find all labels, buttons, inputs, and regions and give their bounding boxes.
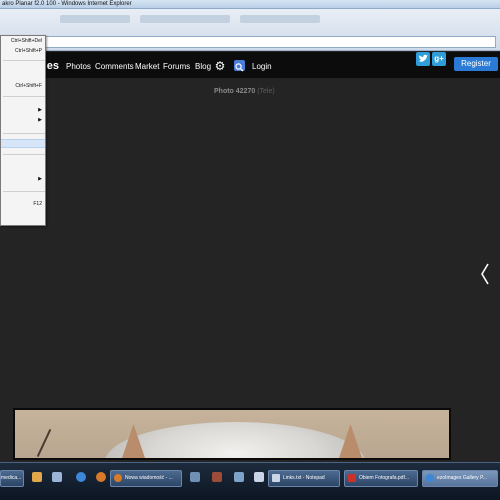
- notepad-icon: [272, 473, 280, 482]
- window-titlebar: akro Planar f2.0 100 - Windows Internet …: [0, 0, 500, 9]
- search-icon[interactable]: [234, 60, 245, 72]
- menu-separator: [3, 96, 45, 97]
- twitter-icon[interactable]: [416, 52, 430, 66]
- pdf-icon: [348, 473, 356, 482]
- gear-icon[interactable]: ⚙: [214, 60, 226, 72]
- nav-forums[interactable]: Forums: [163, 61, 190, 72]
- taskbar-item-email[interactable]: Nowa wiadomość - ...: [110, 470, 182, 487]
- taskbar-item-notepad[interactable]: Links.txt - Notepad: [268, 470, 340, 487]
- menu-separator: [3, 191, 45, 192]
- window-title: akro Planar f2.0 100 - Windows Internet …: [2, 1, 132, 7]
- taskbar-item-gallery[interactable]: ezoImages Gallery P...: [422, 470, 498, 487]
- google-plus-icon[interactable]: g+: [432, 52, 446, 66]
- menu-separator: [3, 60, 45, 61]
- shortcut-label: Ctrl+Shift+Del: [10, 38, 42, 44]
- browser-tab[interactable]: [60, 15, 130, 23]
- main-photo[interactable]: [13, 408, 451, 460]
- firefox-icon: [114, 473, 122, 482]
- menu-item-submenu[interactable]: ▶: [1, 116, 45, 125]
- taskbar-label: Links.txt - Notepad: [283, 475, 325, 481]
- twig-detail: [36, 428, 52, 458]
- quick-launch-icon[interactable]: [254, 472, 264, 482]
- menu-item-inprivate[interactable]: Ctrl+Shift+P: [1, 47, 45, 56]
- taskbar-label: ezoImages Gallery P...: [437, 475, 487, 481]
- photo-label: Photo 42270: [214, 88, 256, 95]
- taskbar-item-medica[interactable]: medica...: [0, 470, 24, 487]
- menu-item-filtering[interactable]: Ctrl+Shift+F: [1, 82, 45, 91]
- nav-comments[interactable]: Comments: [95, 61, 134, 72]
- taskbar-label: Nowa wiadomość - ...: [125, 475, 173, 481]
- quick-launch-icon[interactable]: [52, 472, 62, 482]
- menu-item-devtools[interactable]: F12: [1, 200, 45, 209]
- menu-item-delete-history[interactable]: Ctrl+Shift+Del: [1, 37, 45, 46]
- menu-separator: [3, 133, 45, 134]
- shortcut-label: Ctrl+Shift+F: [15, 83, 42, 89]
- menu-item-submenu[interactable]: ▶: [1, 175, 45, 184]
- shortcut-label: Ctrl+Shift+P: [15, 48, 42, 54]
- quick-launch-icon[interactable]: [212, 472, 222, 482]
- browser-tab[interactable]: [240, 15, 320, 23]
- menu-item-highlighted[interactable]: [1, 139, 45, 148]
- photo-category[interactable]: (Tele): [257, 88, 275, 95]
- chevron-right-icon: ▶: [38, 176, 42, 182]
- quick-launch-icon[interactable]: [234, 472, 244, 482]
- register-button[interactable]: Register: [454, 57, 498, 71]
- taskbar-item-pdf[interactable]: Obiem Fotografa.pdf...: [344, 470, 418, 487]
- chevron-right-icon: ▶: [38, 107, 42, 113]
- menu-separator: [3, 154, 45, 155]
- next-photo-arrow-icon[interactable]: [476, 258, 496, 288]
- nav-photos[interactable]: Photos: [66, 61, 91, 72]
- address-bar[interactable]: [40, 36, 496, 48]
- taskbar-label: Obiem Fotografa.pdf...: [359, 475, 410, 481]
- tools-dropdown-menu: Ctrl+Shift+Del Ctrl+Shift+P Ctrl+Shift+F…: [0, 35, 46, 226]
- chevron-right-icon: ▶: [38, 117, 42, 123]
- quick-launch-icon[interactable]: [190, 472, 200, 482]
- ie-icon[interactable]: [76, 472, 86, 482]
- browser-toolbar: [0, 9, 500, 51]
- shortcut-label: F12: [33, 201, 42, 207]
- nav-login[interactable]: Login: [252, 61, 272, 72]
- photo-title: Photo 42270 (Tele): [214, 87, 275, 96]
- cat-head: [105, 422, 365, 458]
- nav-market[interactable]: Market: [135, 61, 159, 72]
- menu-item-submenu[interactable]: ▶: [1, 106, 45, 115]
- taskbar-label: medica...: [1, 475, 22, 481]
- firefox-icon[interactable]: [96, 472, 106, 482]
- browser-tab[interactable]: [140, 15, 230, 23]
- quick-launch-icon[interactable]: [32, 472, 42, 482]
- nav-blog[interactable]: Blog: [195, 61, 211, 72]
- ie-icon: [426, 473, 434, 482]
